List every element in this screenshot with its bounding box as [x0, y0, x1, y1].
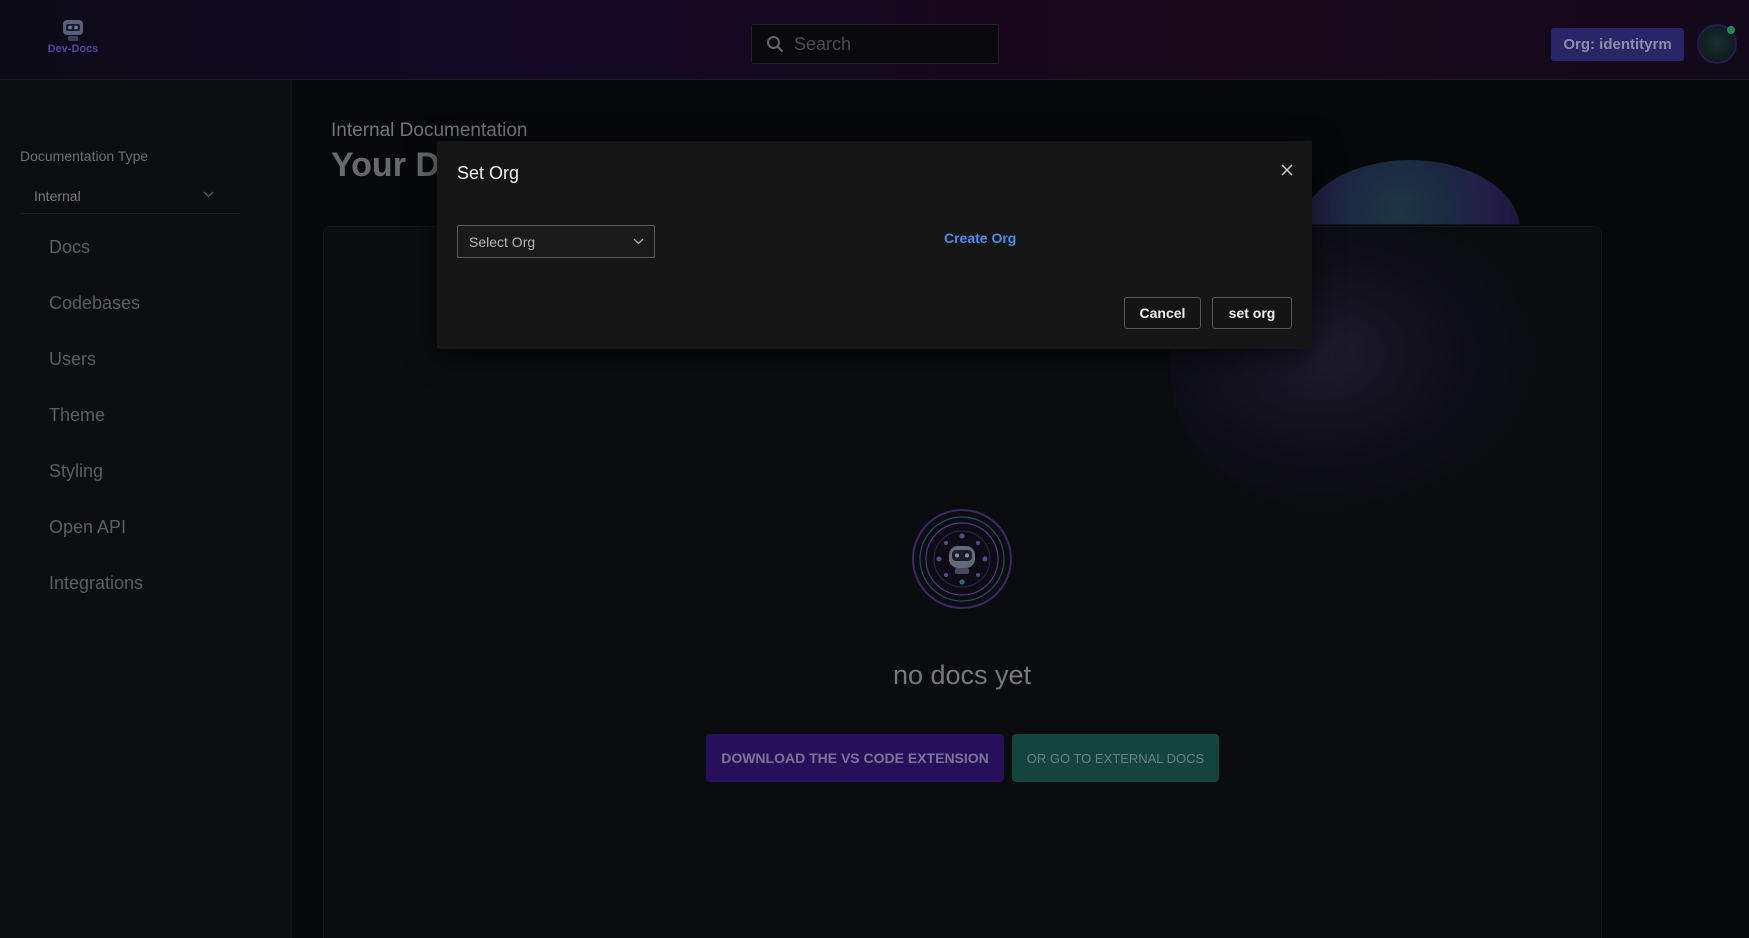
robot-logo-icon — [63, 20, 83, 41]
avatar[interactable] — [1697, 24, 1737, 64]
search-input[interactable]: Search — [751, 24, 999, 64]
logo-text: Dev-Docs — [47, 43, 99, 55]
robot-mascot-icon — [912, 509, 1012, 609]
org-select[interactable]: Select Org — [457, 225, 655, 258]
sidebar-item-docs[interactable]: Docs — [49, 235, 143, 291]
sidebar-item-theme[interactable]: Theme — [49, 403, 143, 459]
chevron-down-icon — [633, 238, 644, 245]
org-badge-button[interactable]: Org: identityrm — [1551, 28, 1684, 61]
org-select-placeholder: Select Org — [469, 233, 536, 250]
sidebar-item-codebases[interactable]: Codebases — [49, 291, 143, 347]
sidebar-item-users[interactable]: Users — [49, 347, 143, 403]
sidebar: Documentation Type Internal Docs Codebas… — [0, 80, 292, 938]
top-header: Dev-Docs Search Org: identityrm — [0, 0, 1749, 80]
empty-state-text: no docs yet — [892, 660, 1032, 690]
set-org-modal: Set Org Select Org Create Org Cancel set… — [437, 141, 1312, 349]
create-org-link[interactable]: Create Org — [944, 230, 1016, 246]
search-icon — [767, 36, 784, 53]
sidebar-item-styling[interactable]: Styling — [49, 459, 143, 515]
doc-type-select[interactable]: Internal — [20, 178, 240, 214]
page-subtitle: Internal Documentation — [331, 120, 528, 141]
doc-type-label: Documentation Type — [20, 148, 149, 164]
sidebar-item-open-api[interactable]: Open API — [49, 515, 143, 571]
doc-type-value: Internal — [34, 187, 81, 204]
external-docs-button[interactable]: OR GO TO EXTERNAL DOCS — [1012, 734, 1219, 782]
set-org-button[interactable]: set org — [1212, 297, 1292, 329]
page-title: Your Docs — [331, 146, 441, 184]
logo[interactable]: Dev-Docs — [46, 16, 100, 62]
app-root: Dev-Docs Search Org: identityrm Document… — [0, 0, 1749, 938]
download-extension-button[interactable]: DOWNLOAD THE VS CODE EXTENSION — [706, 734, 1004, 782]
sidebar-item-integrations[interactable]: Integrations — [49, 571, 143, 627]
close-icon[interactable] — [1278, 161, 1296, 179]
online-status-dot — [1727, 26, 1735, 34]
modal-title: Set Org — [457, 163, 520, 183]
chevron-down-icon — [203, 191, 214, 198]
sidebar-nav: Docs Codebases Users Theme Styling Open … — [49, 235, 143, 627]
cancel-button[interactable]: Cancel — [1124, 297, 1201, 329]
search-placeholder: Search — [794, 33, 852, 54]
